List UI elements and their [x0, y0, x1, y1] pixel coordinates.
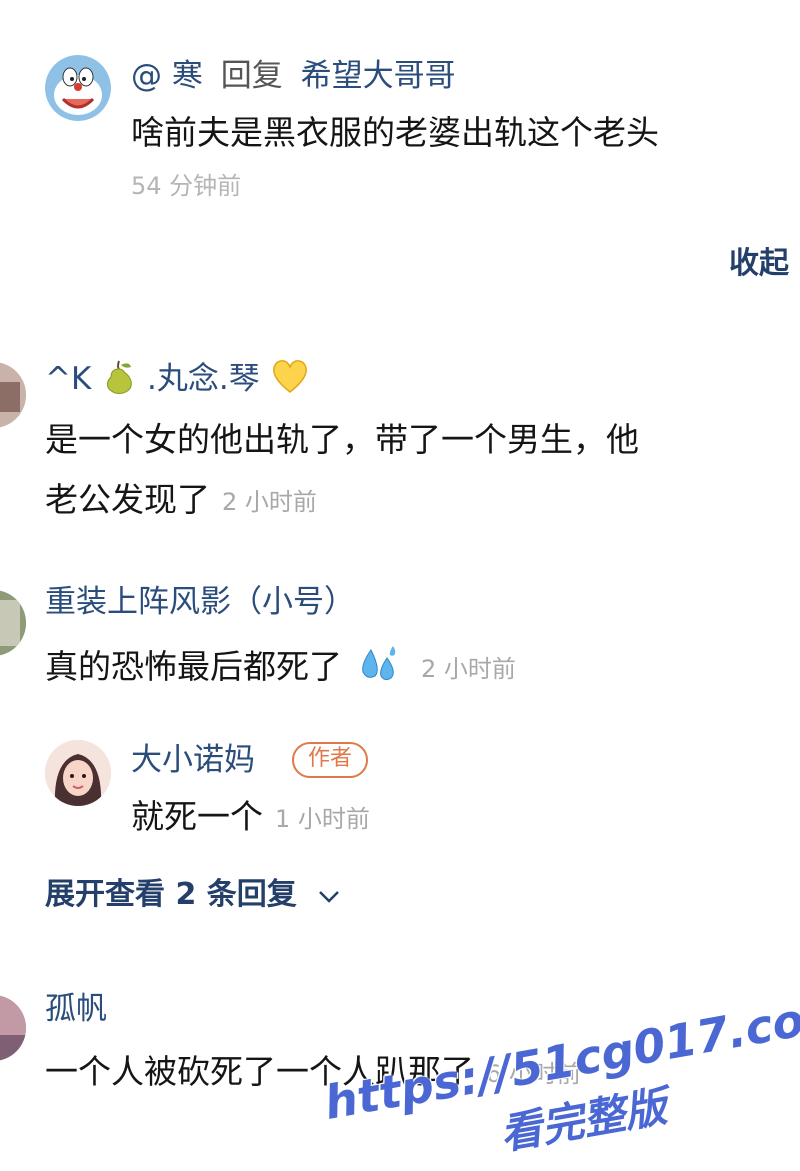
- comment-time: 2 小时前: [421, 654, 516, 683]
- comment-text-line-1: 是一个女的他出轨了，带了一个男生，他: [45, 420, 639, 459]
- avatar-author[interactable]: [45, 740, 111, 806]
- sunset-avatar-icon: [0, 995, 26, 1061]
- comment-text: 就死一个: [131, 797, 263, 836]
- reply-word: 回复: [220, 58, 283, 94]
- expand-replies-button[interactable]: 展开查看 2 条回复: [45, 877, 341, 914]
- reply-target-name[interactable]: 希望大哥哥: [301, 58, 456, 94]
- avatar-gufan[interactable]: [0, 995, 26, 1061]
- comment-text-row: 真的恐怖最后都死了 2 小时前: [45, 644, 516, 693]
- comment-time: 1 小时前: [275, 804, 370, 833]
- comment-text-row: 就死一个 1 小时前: [131, 797, 370, 839]
- avatar-k[interactable]: [0, 362, 26, 428]
- commenter-name[interactable]: 重装上阵风影（小号）: [45, 583, 355, 621]
- photo-avatar-icon: [0, 362, 26, 428]
- photo-avatar-icon: [0, 590, 26, 656]
- comment-text-line-2: 老公发现了 2 小时前: [45, 480, 317, 522]
- commenter-name[interactable]: 大小诺妈: [131, 741, 255, 779]
- pear-emoji-icon: [101, 357, 137, 404]
- commenter-name-part1: ^K: [45, 361, 92, 397]
- doraemon-avatar-icon: [45, 55, 111, 121]
- girl-avatar-icon: [45, 740, 111, 806]
- comment-1-header: @ 寒 回复 希望大哥哥: [131, 57, 456, 95]
- comment-2-header[interactable]: ^K .丸念.琴: [45, 357, 310, 404]
- collapse-button[interactable]: 收起: [729, 246, 789, 282]
- chevron-down-icon: [317, 878, 341, 914]
- comment-time: 54 分钟前: [131, 172, 242, 200]
- commenter-name[interactable]: 孤帆: [45, 990, 107, 1028]
- expand-replies-label: 展开查看 2 条回复: [45, 877, 297, 912]
- comment-text: 真的恐怖最后都死了: [45, 647, 342, 686]
- comment-time: 2 小时前: [222, 487, 317, 516]
- commenter-name[interactable]: @ 寒: [131, 58, 203, 94]
- author-badge: 作者: [292, 742, 369, 778]
- avatar-doraemon[interactable]: [45, 55, 111, 121]
- yellow-heart-emoji-icon: [270, 358, 310, 403]
- sweat-droplets-emoji-icon: [357, 644, 399, 693]
- commenter-name-part2: .丸念.琴: [147, 361, 260, 397]
- comment-text-line-2-text: 老公发现了: [45, 480, 210, 519]
- avatar-fengying[interactable]: [0, 590, 26, 656]
- comment-text: 啥前夫是黑衣服的老婆出轨这个老头: [131, 113, 659, 152]
